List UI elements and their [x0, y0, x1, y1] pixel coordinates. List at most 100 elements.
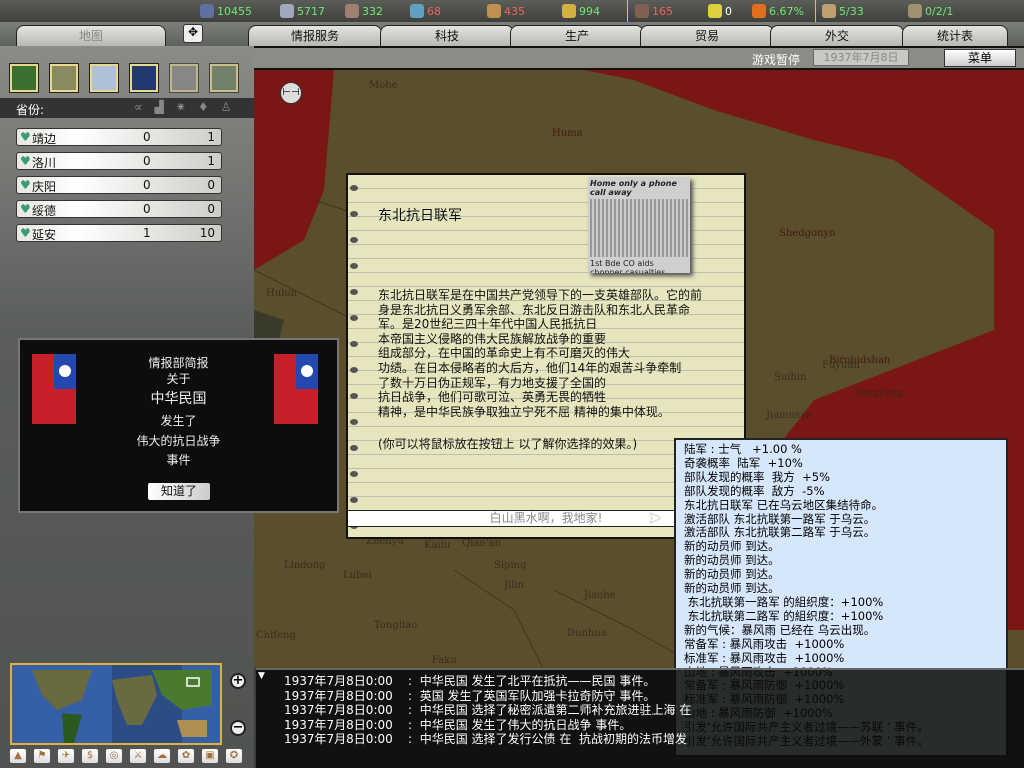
- rare-materials-icon: [345, 4, 359, 18]
- ok-button[interactable]: 知道了: [148, 483, 210, 500]
- binder-ring: [350, 393, 358, 399]
- mapmode-theatre-icon[interactable]: ✪: [225, 748, 243, 764]
- mapmode-terrain-icon[interactable]: ▲: [9, 748, 27, 764]
- minimap[interactable]: [10, 663, 222, 745]
- resource-nuclear[interactable]: 0: [708, 4, 732, 18]
- map-mode-terrain[interactable]: [10, 64, 38, 92]
- log-time: 1937年7月8日0:00: [284, 674, 393, 688]
- tab-production[interactable]: 生产: [510, 25, 644, 46]
- resource-value: 435: [504, 4, 525, 18]
- binder-ring: [350, 341, 358, 347]
- resource-transport[interactable]: 5/33: [822, 4, 864, 18]
- event-body-line: 组成部分，在中国的革命史上有不可磨灭的伟大: [378, 346, 631, 361]
- mapmode-economic-icon[interactable]: $: [81, 748, 99, 764]
- mapmode-partisans-icon[interactable]: ✿: [177, 748, 195, 764]
- binder-ring: [350, 497, 358, 503]
- province-icon: ♥: [20, 226, 31, 240]
- zoom-in-button[interactable]: +: [230, 673, 246, 689]
- map-label: Suibin: [774, 372, 807, 383]
- tab-tech[interactable]: 科技: [380, 25, 514, 46]
- zoom-out-button[interactable]: −: [230, 720, 246, 736]
- tab-stats[interactable]: 统计表: [902, 25, 1008, 46]
- manpower-icon: [635, 4, 649, 18]
- province-row[interactable]: ♥ 绥德 0 0: [16, 200, 222, 218]
- log-entry: 1937年7月8日0:00 : 中华民国 选择了秘密派遣第二师补充旅进驻上海 在: [284, 703, 1024, 718]
- map-mode-nuclear[interactable]: [170, 64, 198, 92]
- log-text: 中华民国 选择了秘密派遣第二师补充旅进驻上海 在: [419, 703, 692, 718]
- log-text: 英国 发生了英国军队加强卡拉奇防守 事件。: [419, 688, 656, 703]
- binder-ring: [350, 263, 358, 269]
- event-body-line: 了数十万日伪正规军，有力地支援了全国的: [378, 375, 607, 390]
- log-text: 中华民国 发生了伟大的抗日战争 事件。: [419, 717, 632, 732]
- map-label: Chifeng: [256, 630, 296, 641]
- log-separator: :: [392, 688, 420, 703]
- province-value-a: 0: [143, 202, 151, 216]
- tooltip-line: 新的气候：暴风雨 已经在 乌云出现。: [684, 622, 876, 637]
- event-log[interactable]: 1937年7月8日0:00 : 中华民国 发生了北平在抵抗——民国 事件。 193…: [256, 668, 1024, 768]
- resource-value: 10455: [217, 4, 252, 18]
- resource-supplies[interactable]: 435: [487, 4, 525, 18]
- resource-manpower[interactable]: 165: [635, 4, 673, 18]
- resource-metal[interactable]: 5717: [280, 4, 325, 18]
- province-row[interactable]: ♥ 洛川 0 1: [16, 152, 222, 170]
- province-row[interactable]: ♥ 靖边 0 1: [16, 128, 222, 146]
- date-display: 1937年7月8日0:00: [813, 49, 909, 79]
- tooltip-line: 新的动员师 到达。: [684, 581, 780, 596]
- log-entry: 1937年7月8日0:00 : 中华民国 发生了北平在抵抗——民国 事件。: [284, 674, 1024, 689]
- event-body-line: 功绩。在日本侵略者的大后方，他们14年的艰苦斗争牵制: [378, 360, 682, 375]
- map-mode-air-units[interactable]: [90, 64, 118, 92]
- tooltip-line: 东北抗联第二路军 的組织度：+100%: [684, 608, 884, 623]
- convoys-icon: [908, 4, 922, 18]
- province-value-b: 0: [207, 202, 215, 216]
- resource-energy[interactable]: 10455: [200, 4, 252, 18]
- map-label: Dunhua: [567, 628, 607, 639]
- map-label: Tongliao: [374, 620, 418, 631]
- map-mode-land-units[interactable]: [50, 64, 78, 92]
- mapmode-diplomatic-icon[interactable]: ✈: [57, 748, 75, 764]
- map-mode-supply[interactable]: [210, 64, 238, 92]
- province-icon: ♥: [20, 154, 31, 168]
- binder-ring: [350, 315, 358, 321]
- map-label: Kailu: [424, 540, 451, 551]
- event-body-line: 东北抗日联军是在中国共产党领导下的一支英雄部队。它的前: [378, 288, 703, 302]
- binder-ring: [350, 289, 358, 295]
- binder-ring: [350, 185, 358, 191]
- map-label: Tongjiang: [854, 388, 904, 399]
- supplies-icon: [487, 4, 501, 18]
- resource-value: 68: [427, 4, 441, 18]
- resource-oil[interactable]: 68: [410, 4, 441, 18]
- mapmode-resource-icon[interactable]: ◎: [105, 748, 123, 764]
- resource-convoys[interactable]: 0/2/1: [908, 4, 953, 18]
- binder-ring: [350, 419, 358, 425]
- province-value-a: 0: [143, 130, 151, 144]
- menu-button[interactable]: 菜单: [944, 49, 1016, 67]
- map-label: Fuyuan: [822, 360, 860, 371]
- resource-rare-materials[interactable]: 332: [345, 4, 383, 18]
- map-mode-naval-units[interactable]: [130, 64, 158, 92]
- metal-icon: [280, 4, 294, 18]
- tooltip-line: 部队发现的概率 我方 +5%: [684, 469, 831, 484]
- mapmode-political-icon[interactable]: ⚑: [33, 748, 51, 764]
- map-label: Jilin: [504, 580, 525, 591]
- resource-dissent[interactable]: 6.67%: [752, 4, 804, 18]
- tab-diplomacy[interactable]: 外交: [770, 25, 904, 46]
- binder-ring: [350, 471, 358, 477]
- province-row[interactable]: ♥ 庆阳 0 0: [16, 176, 222, 194]
- collapse-arrow-icon[interactable]: ▼: [258, 671, 265, 681]
- log-time: 1937年7月8日0:00: [284, 688, 393, 703]
- tab-row: 地图 ✥ 情报服务 科技 生产 贸易 外交 统计表: [0, 22, 1024, 46]
- province-name: 延安: [32, 228, 57, 242]
- mapmode-supply-icon[interactable]: ⚔: [129, 748, 147, 764]
- mapmode-infrastructure-icon[interactable]: ▣: [201, 748, 219, 764]
- tab-intel[interactable]: 情报服务: [248, 25, 382, 46]
- ruler-icon[interactable]: ⊢⊣: [280, 82, 302, 104]
- tab-trade[interactable]: 贸易: [640, 25, 774, 46]
- province-row[interactable]: ♥ 延安 1 10: [16, 224, 222, 242]
- tab-map[interactable]: 地图: [16, 25, 166, 46]
- nuclear-icon: [708, 4, 722, 18]
- resource-money[interactable]: 994: [562, 4, 600, 18]
- expand-icon[interactable]: ✥: [183, 24, 203, 43]
- event-body-line: 精神，是中华民族争取独立宁死不屈 精神的集中体现。: [378, 404, 670, 419]
- log-time: 1937年7月8日0:00: [284, 703, 393, 718]
- mapmode-weather-icon[interactable]: ☁: [153, 748, 171, 764]
